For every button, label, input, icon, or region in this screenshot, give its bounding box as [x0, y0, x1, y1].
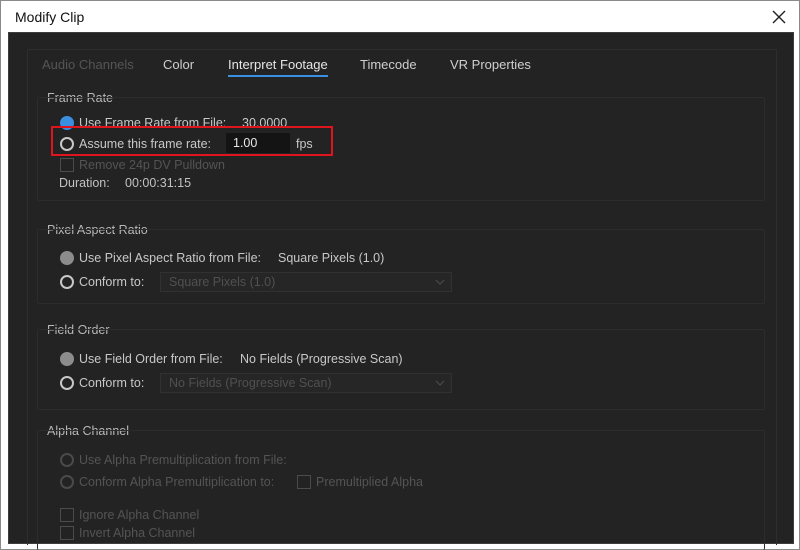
field-order-file-value: No Fields (Progressive Scan) — [240, 352, 403, 366]
premultiplied-alpha-checkbox[interactable] — [297, 475, 311, 489]
use-alpha-premult-label: Use Alpha Premultiplication from File: — [79, 453, 287, 467]
highlight-box — [51, 126, 333, 156]
field-order-dropdown-value: No Fields (Progressive Scan) — [169, 376, 332, 390]
duration-label: Duration: — [59, 176, 110, 190]
pixel-aspect-dropdown[interactable]: Square Pixels (1.0) — [160, 272, 452, 292]
pixel-aspect-dropdown-value: Square Pixels (1.0) — [169, 275, 276, 289]
close-icon[interactable] — [769, 7, 789, 27]
dialog-body: Audio Channels Color Interpret Footage T… — [8, 32, 794, 550]
conform-alpha-premult-label: Conform Alpha Premultiplication to: — [79, 475, 275, 489]
duration-value: 00:00:31:15 — [125, 176, 192, 190]
conform-pixel-aspect-radio[interactable] — [60, 275, 74, 289]
title-bar: Modify Clip — [1, 1, 799, 32]
remove-pulldown-checkbox[interactable] — [60, 158, 74, 172]
window-title: Modify Clip — [15, 9, 85, 25]
pixel-aspect-group — [37, 229, 765, 304]
conform-field-order-label: Conform to: — [79, 376, 145, 390]
premultiplied-alpha-label: Premultiplied Alpha — [316, 475, 424, 489]
field-order-dropdown[interactable]: No Fields (Progressive Scan) — [160, 373, 452, 393]
ignore-alpha-label: Ignore Alpha Channel — [79, 508, 200, 522]
chevron-down-icon — [435, 380, 445, 386]
conform-pixel-aspect-label: Conform to: — [79, 275, 145, 289]
use-pixel-aspect-from-file-radio[interactable] — [60, 251, 74, 265]
tab-vr-properties[interactable]: VR Properties — [450, 57, 531, 72]
remove-pulldown-label: Remove 24p DV Pulldown — [79, 158, 225, 172]
tab-interpret-footage[interactable]: Interpret Footage — [228, 57, 328, 77]
tab-audio-channels[interactable]: Audio Channels — [42, 57, 134, 72]
chevron-down-icon — [435, 279, 445, 285]
ignore-alpha-checkbox[interactable] — [60, 508, 74, 522]
conform-field-order-radio[interactable] — [60, 376, 74, 390]
invert-alpha-label: Invert Alpha Channel — [79, 526, 196, 540]
pixel-aspect-file-value: Square Pixels (1.0) — [278, 251, 385, 265]
tab-timecode[interactable]: Timecode — [360, 57, 417, 72]
use-alpha-premult-radio[interactable] — [60, 453, 74, 467]
use-field-order-from-file-label: Use Field Order from File: — [79, 352, 223, 366]
field-order-group — [37, 329, 765, 410]
use-field-order-from-file-radio[interactable] — [60, 352, 74, 366]
use-pixel-aspect-from-file-label: Use Pixel Aspect Ratio from File: — [79, 251, 262, 265]
invert-alpha-checkbox[interactable] — [60, 526, 74, 540]
tab-color[interactable]: Color — [163, 57, 194, 72]
conform-alpha-premult-radio[interactable] — [60, 475, 74, 489]
modify-clip-window: Modify Clip Audio Channels Color Interpr… — [0, 0, 800, 550]
